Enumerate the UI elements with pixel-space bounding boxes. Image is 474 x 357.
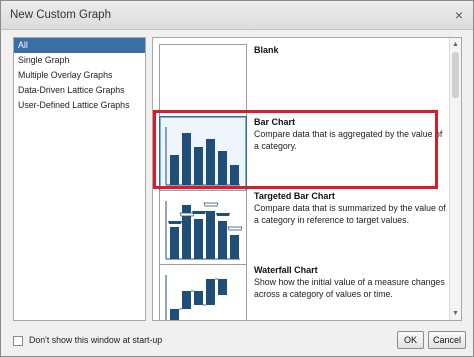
graph-item-waterfall-chart[interactable]: Waterfall Chart Show how the initial val… [159, 264, 449, 320]
graph-item-blank[interactable]: Blank [159, 44, 449, 124]
waterfall-chart-thumbnail[interactable] [159, 264, 247, 320]
gallery-scrollbar[interactable]: ▲ ▼ [449, 38, 461, 320]
graph-item-bar-chart[interactable]: Bar Chart Compare data that is aggregate… [159, 116, 449, 196]
graph-description: Compare data that is summarized by the v… [254, 203, 446, 225]
category-item-single-graph[interactable]: Single Graph [14, 53, 145, 68]
category-item-user-defined-lattice[interactable]: User-Defined Lattice Graphs [14, 98, 145, 113]
graph-name: Targeted Bar Chart [254, 191, 335, 201]
bar-chart-icon [165, 127, 240, 186]
scroll-down-icon[interactable]: ▼ [450, 308, 461, 319]
graph-description: Compare data that is aggregated by the v… [254, 129, 443, 151]
close-icon[interactable]: × [455, 7, 463, 23]
graph-description: Show how the initial value of a measure … [254, 277, 445, 299]
title-bar: New Custom Graph × [1, 1, 473, 30]
graph-name: Bar Chart [254, 117, 296, 127]
ok-button[interactable]: OK [397, 331, 424, 349]
category-item-data-driven-lattice[interactable]: Data-Driven Lattice Graphs [14, 83, 145, 98]
startup-checkbox-label: Don't show this window at start-up [29, 335, 163, 345]
graph-name: Waterfall Chart [254, 265, 318, 275]
category-item-all[interactable]: All [14, 38, 145, 53]
category-list: All Single Graph Multiple Overlay Graphs… [13, 37, 146, 321]
category-item-multiple-overlay[interactable]: Multiple Overlay Graphs [14, 68, 145, 83]
scroll-up-icon[interactable]: ▲ [450, 39, 461, 50]
new-custom-graph-dialog: New Custom Graph × All Single Graph Mult… [0, 0, 474, 357]
cancel-button[interactable]: Cancel [428, 331, 466, 349]
bar-chart-thumbnail[interactable] [159, 116, 247, 196]
graph-name: Blank [254, 45, 279, 55]
blank-thumbnail[interactable] [159, 44, 247, 124]
waterfall-chart-icon [165, 275, 227, 320]
graph-gallery: Blank Bar Chart Compare data that is agg… [152, 37, 462, 321]
targeted-bar-chart-thumbnail[interactable] [159, 190, 247, 270]
targeted-bar-chart-icon [165, 201, 243, 260]
dialog-title: New Custom Graph [10, 9, 111, 21]
startup-checkbox[interactable] [13, 336, 23, 346]
graph-item-targeted-bar-chart[interactable]: Targeted Bar Chart Compare data that is … [159, 190, 449, 270]
scroll-thumb[interactable] [452, 52, 459, 98]
